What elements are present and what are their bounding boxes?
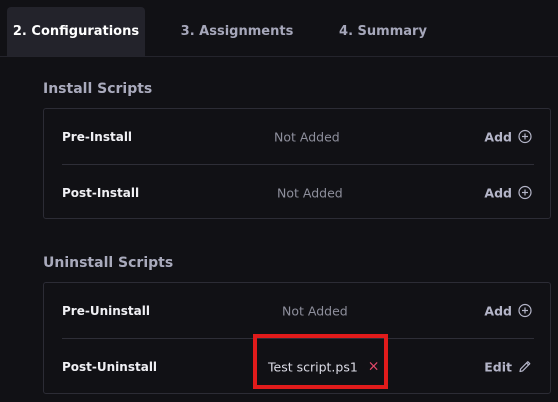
script-file-name: Test script.ps1 <box>268 359 358 374</box>
script-file-chip: Test script.ps1 × <box>268 359 380 374</box>
uninstall-scripts-heading: Uninstall Scripts <box>43 255 174 271</box>
plus-circle-icon <box>518 303 532 318</box>
tab-summary[interactable]: 4. Summary <box>326 7 440 56</box>
row-label: Pre-Uninstall <box>62 303 150 318</box>
remove-icon[interactable]: × <box>368 360 380 374</box>
row-status: Not Added <box>277 185 343 200</box>
add-label: Add <box>484 129 512 144</box>
plus-circle-icon <box>518 129 532 144</box>
edit-label: Edit <box>484 359 512 374</box>
row-label: Pre-Install <box>62 129 133 144</box>
plus-circle-icon <box>518 185 532 200</box>
row-label: Post-Uninstall <box>62 359 158 374</box>
tab-configurations[interactable]: 2. Configurations <box>7 7 145 56</box>
post-install-row: Post-Install Not Added Add <box>62 165 534 220</box>
add-pre-install-button[interactable]: Add <box>484 129 532 144</box>
row-status: Not Added <box>274 129 340 144</box>
add-label: Add <box>484 303 512 318</box>
pre-uninstall-row: Pre-Uninstall Not Added Add <box>62 283 534 338</box>
pre-install-row: Pre-Install Not Added Add <box>62 109 534 164</box>
row-label: Post-Install <box>62 185 140 200</box>
install-scripts-panel: Pre-Install Not Added Add Post-Install N… <box>43 108 551 219</box>
add-pre-uninstall-button[interactable]: Add <box>484 303 532 318</box>
install-scripts-heading: Install Scripts <box>43 81 153 97</box>
post-uninstall-row: Post-Uninstall Test script.ps1 × Edit <box>62 339 534 394</box>
wizard-tabs: 2. Configurations 3. Assignments 4. Summ… <box>0 0 558 57</box>
add-post-install-button[interactable]: Add <box>484 185 532 200</box>
uninstall-scripts-panel: Pre-Uninstall Not Added Add Post-Uninsta… <box>43 282 551 394</box>
row-status: Not Added <box>282 303 348 318</box>
add-label: Add <box>484 185 512 200</box>
pencil-icon <box>519 361 531 373</box>
tab-assignments[interactable]: 3. Assignments <box>170 7 304 56</box>
edit-post-uninstall-button[interactable]: Edit <box>484 359 532 374</box>
